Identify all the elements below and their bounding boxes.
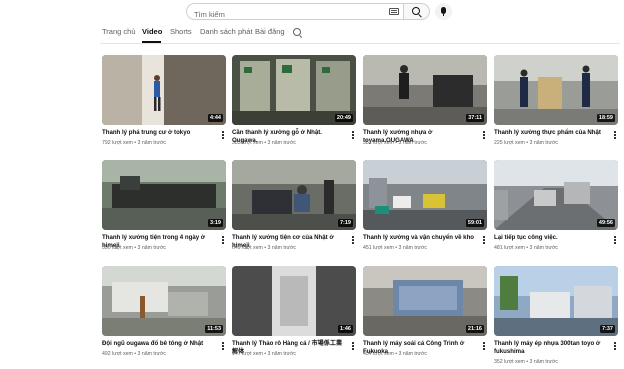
video-title[interactable]: Đội ngũ ougawa đổ bê tông ở Nhật xyxy=(102,340,214,348)
video-thumbnail[interactable]: 59:01 xyxy=(363,160,487,230)
video-duration: 7:37 xyxy=(599,325,615,333)
video-card[interactable]: 59:01 Thanh lý xưởng và vận chuyển về kh… xyxy=(363,160,488,255)
video-title[interactable]: Thanh lý xưởng thực phẩm của Nhật xyxy=(494,129,606,137)
search-icon xyxy=(412,7,420,15)
video-meta: 352 lượt xem • 3 năm trước xyxy=(494,359,559,365)
video-title[interactable]: Thanh lý xưởng và vận chuyển về kho xyxy=(363,234,475,242)
more-vert-icon[interactable] xyxy=(351,130,355,140)
video-card[interactable]: 18:59 Thanh lý xưởng thực phẩm của Nhật … xyxy=(494,55,619,150)
tab-posts[interactable]: Bài đăng xyxy=(255,27,285,36)
video-thumbnail[interactable]: 7:19 xyxy=(232,160,356,230)
search-button[interactable] xyxy=(403,3,430,20)
tab-home[interactable]: Trang chủ xyxy=(102,27,136,36)
more-vert-icon[interactable] xyxy=(221,235,225,245)
voice-search-button[interactable] xyxy=(435,3,452,20)
video-meta: 649 lượt xem • 3 năm trước xyxy=(232,245,297,251)
video-card[interactable]: 11:53 Đội ngũ ougawa đổ bê tông ở Nhật 4… xyxy=(102,266,227,361)
video-meta: 481 lượt xem • 3 năm trước xyxy=(494,245,559,251)
keyboard-icon[interactable] xyxy=(389,8,399,15)
video-meta: 454 lượt xem • 3 năm trước xyxy=(363,351,428,357)
video-card[interactable]: 1:46 Thanh lý Thảo rô Hàng cá / 市場係工業解体 … xyxy=(232,266,357,361)
more-vert-icon[interactable] xyxy=(613,235,617,245)
channel-search-icon[interactable] xyxy=(293,28,301,36)
video-thumbnail[interactable]: 20:49 xyxy=(232,55,356,125)
video-duration: 3:19 xyxy=(207,219,223,227)
video-meta: 451 lượt xem • 3 năm trước xyxy=(363,245,428,251)
video-card[interactable]: 37:11 Thanh lý xưởng nhựa ở toyama.OUGAW… xyxy=(363,55,488,150)
video-thumbnail[interactable]: 18:59 xyxy=(494,55,618,125)
top-bar xyxy=(0,0,624,22)
video-thumbnail[interactable]: 7:37 xyxy=(494,266,618,336)
video-meta: 581 lượt xem • 3 năm trước xyxy=(363,140,428,146)
video-meta: 147 lượt xem • 3 năm trước xyxy=(232,351,297,357)
more-vert-icon[interactable] xyxy=(613,130,617,140)
video-card[interactable]: 20:49 Cần thanh lý xưởng gỗ ở Nhật. Ouga… xyxy=(232,55,357,150)
tab-shorts[interactable]: Shorts xyxy=(170,27,192,36)
video-card[interactable]: 7:37 Thanh lý máy ép nhựa 300tan toyo ở … xyxy=(494,266,619,365)
more-vert-icon[interactable] xyxy=(221,341,225,351)
more-vert-icon[interactable] xyxy=(482,130,486,140)
video-thumbnail[interactable]: 37:11 xyxy=(363,55,487,125)
more-vert-icon[interactable] xyxy=(482,235,486,245)
video-duration: 7:19 xyxy=(337,219,353,227)
video-card[interactable]: 49:56 Lại tiếp tục công việc. 481 lượt x… xyxy=(494,160,619,255)
video-thumbnail[interactable]: 4:44 xyxy=(102,55,226,125)
video-duration: 49:56 xyxy=(596,219,615,227)
tab-videos[interactable]: Video xyxy=(142,27,162,36)
video-duration: 11:53 xyxy=(205,325,223,333)
video-meta: 492 lượt xem • 3 năm trước xyxy=(102,351,167,357)
video-thumbnail[interactable]: 11:53 xyxy=(102,266,226,336)
tabs-divider xyxy=(100,43,620,44)
video-duration: 4:44 xyxy=(207,114,223,122)
search-input[interactable] xyxy=(187,7,377,22)
video-card[interactable]: 7:19 Thanh lý xưởng tiện cơ của Nhật ở h… xyxy=(232,160,357,255)
video-duration: 20:49 xyxy=(334,114,353,122)
video-duration: 37:11 xyxy=(466,114,484,122)
video-duration: 18:59 xyxy=(596,114,615,122)
more-vert-icon[interactable] xyxy=(482,341,486,351)
more-vert-icon[interactable] xyxy=(221,130,225,140)
video-thumbnail[interactable]: 49:56 xyxy=(494,160,618,230)
video-title[interactable]: Thanh lý phá trung cư ở tokyo xyxy=(102,129,214,137)
video-card[interactable]: 21:16 Thanh lý máy soái cá Công Trình ở … xyxy=(363,266,488,361)
video-thumbnail[interactable]: 3:19 xyxy=(102,160,226,230)
video-meta: 225 lượt xem • 3 năm trước xyxy=(494,140,559,146)
video-duration: 21:16 xyxy=(465,325,484,333)
more-vert-icon[interactable] xyxy=(351,341,355,351)
more-vert-icon[interactable] xyxy=(613,341,617,351)
video-card[interactable]: 3:19 Thanh lý xưởng tiện trong 4 ngày ở … xyxy=(102,160,227,255)
video-duration: 59:01 xyxy=(465,219,484,227)
video-duration: 1:46 xyxy=(337,325,353,333)
video-meta: 383 lượt xem • 3 năm trước xyxy=(232,140,297,146)
channel-tabs: Trang chủ Video Shorts Danh sách phát Bà… xyxy=(100,22,620,43)
search-box[interactable] xyxy=(186,3,404,22)
video-meta: 590 lượt xem • 3 năm trước xyxy=(102,245,167,251)
microphone-icon xyxy=(441,7,446,16)
video-thumbnail[interactable]: 21:16 xyxy=(363,266,487,336)
video-meta: 792 lượt xem • 3 năm trước xyxy=(102,140,167,146)
video-card[interactable]: 4:44 Thanh lý phá trung cư ở tokyo 792 l… xyxy=(102,55,227,150)
video-thumbnail[interactable]: 1:46 xyxy=(232,266,356,336)
tab-playlists[interactable]: Danh sách phát xyxy=(200,27,253,36)
more-vert-icon[interactable] xyxy=(351,235,355,245)
video-title[interactable]: Thanh lý máy ép nhựa 300tan toyo ở fukus… xyxy=(494,340,606,356)
video-title[interactable]: Lại tiếp tục công việc. xyxy=(494,234,606,242)
